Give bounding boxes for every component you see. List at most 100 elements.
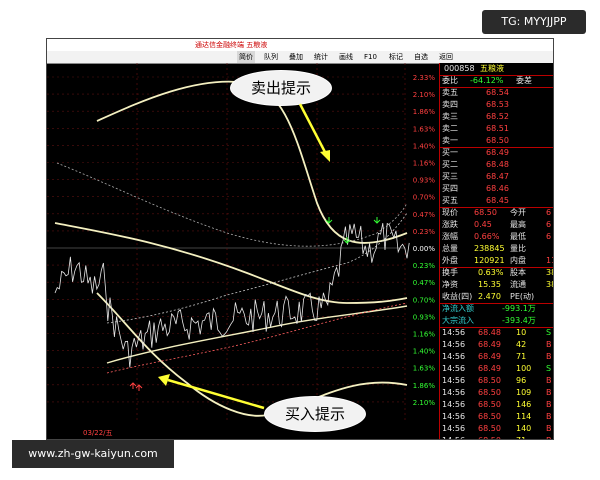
toolbar-button-4[interactable]: 画线 [337, 51, 355, 63]
tick-price: 68.49 [478, 352, 501, 361]
buy-level-label: 买四 [442, 184, 458, 193]
pct-label-11: 0.23% [413, 262, 436, 270]
sell-level-label: 卖二 [442, 124, 458, 133]
fundamental-label: 收益(四) [442, 292, 473, 301]
buy-level-price: 68.45 [486, 196, 509, 205]
quote-panel: 000858 五粮液 委比 -64.12% 委差 卖五 68.54 卖四 68.53 卖三 68.5… [439, 63, 553, 439]
weici-label: 委差 [516, 76, 532, 85]
toolbar-button-2[interactable]: 叠加 [287, 51, 305, 63]
tick-price: 68.50 [478, 435, 501, 439]
pct-label-15: 1.16% [413, 331, 436, 339]
toolbar-button-6[interactable]: 标记 [387, 51, 405, 63]
pct-label-16: 1.40% [413, 348, 436, 356]
sell-level-1: 卖一 68.50 [440, 135, 553, 147]
stat-label-2: 最低 [510, 232, 526, 241]
toolbar-button-8[interactable]: 返回 [437, 51, 455, 63]
flow-label: 净流入额 [442, 304, 474, 313]
buy-level-5: 买五 68.45 [440, 195, 553, 207]
fundamental-value-2: 38 [546, 268, 553, 277]
buy-level-label: 买二 [442, 160, 458, 169]
stat-value-2: 11 [546, 256, 553, 265]
site-watermark: www.zh-gw-kaiyun.com [12, 440, 174, 468]
sell-level-price: 68.52 [486, 112, 509, 121]
tick-side: B [546, 388, 552, 397]
stat-value: 0.45 [474, 220, 492, 229]
price-line [54, 222, 410, 368]
pct-label-3: 1.63% [413, 125, 436, 133]
tick-row: 14:56 68.49 100 S [440, 363, 553, 375]
fundamental-row-2: 收益(四) 2.470 PE(动) [440, 291, 553, 303]
buy-level-price: 68.48 [486, 160, 509, 169]
stat-label-2: 今开 [510, 208, 526, 217]
buy-level-label: 买五 [442, 196, 458, 205]
sell-level-2: 卖二 68.51 [440, 123, 553, 135]
toolbar-button-0[interactable]: 简价 [237, 51, 255, 63]
stat-label-2: 量比 [510, 244, 526, 253]
stat-label: 总量 [442, 244, 458, 253]
fundamental-value-2: 38 [546, 280, 553, 289]
chart-grid [47, 63, 406, 423]
sell-level-label: 卖五 [442, 88, 458, 97]
tick-time: 14:56 [442, 364, 466, 373]
toolbar-button-7[interactable]: 自选 [412, 51, 430, 63]
pct-label-12: 0.47% [413, 279, 436, 287]
middle-band-line [54, 222, 408, 304]
tick-price: 68.50 [478, 376, 501, 385]
tick-time: 14:56 [442, 328, 466, 337]
tick-side: B [546, 352, 552, 361]
flow-value: -993.1万 [502, 304, 536, 313]
fundamental-value: 2.470 [478, 292, 501, 301]
tick-volume: 71 [516, 435, 526, 439]
tg-watermark: TG: MYYJJPP [482, 10, 586, 34]
flow-value: -393.4万 [502, 316, 536, 325]
stock-code[interactable]: 000858 [444, 63, 475, 75]
stock-header: 000858 五粮液 [440, 63, 553, 75]
stat-value: 0.66% [474, 232, 500, 241]
tick-row: 14:56 68.50 146 B [440, 399, 553, 411]
tick-time: 14:56 [442, 435, 465, 439]
stat-label: 涨幅 [442, 232, 458, 241]
tick-time: 14:56 [442, 352, 466, 361]
tick-row: 14:56 68.49 42 B [440, 339, 553, 351]
toolbar-button-3[interactable]: 统计 [312, 51, 330, 63]
pct-label-7: 0.70% [413, 194, 436, 202]
tick-row: 14:56 68.50 114 B [440, 411, 553, 423]
stat-label-2: 内盘 [510, 256, 526, 265]
stock-name: 五粮液 [480, 64, 504, 73]
toolbar-button-5[interactable]: F10 [362, 51, 379, 63]
tick-volume: 114 [516, 412, 532, 421]
tick-price: 68.49 [478, 340, 501, 349]
tick-volume: 10 [516, 328, 527, 337]
tick-row: 14:56 68.50 140 B [440, 423, 553, 435]
tick-volume: 71 [516, 352, 527, 361]
buy-signal-arrow-icon-0 [129, 382, 137, 389]
stat-label-2: 最高 [510, 220, 526, 229]
sell-level-4: 卖四 68.53 [440, 99, 553, 111]
sell-level-3: 卖三 68.52 [440, 111, 553, 123]
pct-label-8: 0.47% [413, 211, 436, 219]
chart-lines [54, 80, 410, 417]
stat-row-0: 现价 68.50 今开 6 [440, 207, 553, 219]
buy-level-4: 买四 68.46 [440, 183, 553, 195]
pct-label-18: 1.86% [413, 382, 436, 390]
sell-hint-bubble: 卖出提示 [230, 70, 332, 106]
buy-level-2: 买二 68.48 [440, 159, 553, 171]
stat-value-2: 6 [546, 232, 552, 241]
tick-side: B [546, 424, 552, 433]
weibi-value: -64.12% [470, 76, 504, 85]
stat-label: 现价 [442, 208, 458, 217]
tick-side: B [546, 340, 552, 349]
tick-row: 14:56 68.50 96 B [440, 375, 553, 387]
sell-level-price: 68.50 [486, 136, 509, 145]
tick-volume: 100 [516, 364, 532, 373]
intraday-chart[interactable]: 2.33% 2.10% 1.86% 1.63% 1.40% 1.16% 0.93% 0.70%… [47, 63, 437, 440]
buy-level-price: 68.47 [486, 172, 509, 181]
tick-row: 14:56 68.48 10 S [440, 327, 553, 339]
flow-row-0: 净流入额 -993.1万 [440, 303, 553, 315]
stat-row-2: 涨幅 0.66% 最低 6 [440, 231, 553, 243]
tick-row: 14:56 68.49 71 B [440, 351, 553, 363]
sell-level-label: 卖一 [442, 136, 458, 145]
toolbar-button-1[interactable]: 队列 [262, 51, 280, 63]
tick-price: 68.48 [478, 328, 501, 337]
tick-side: B [546, 435, 552, 439]
